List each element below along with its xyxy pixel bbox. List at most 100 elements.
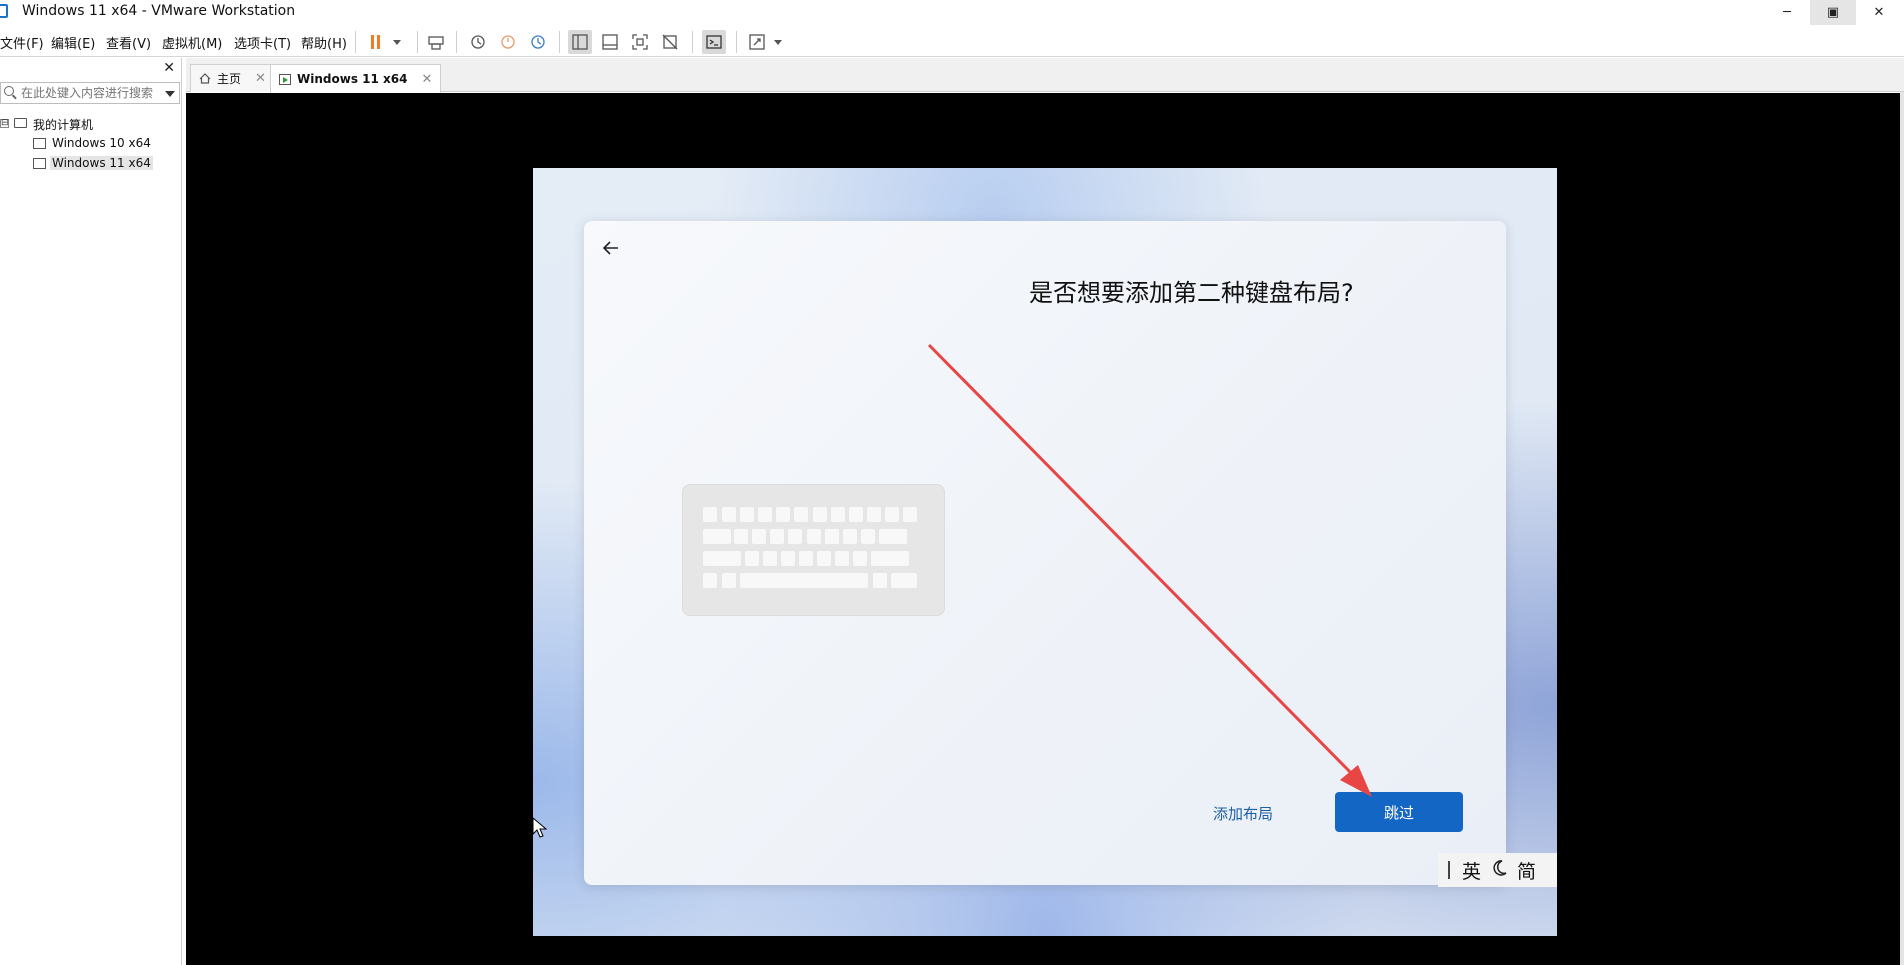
guest-screen[interactable]: 是否想要添加第二种键盘布局? 添加布局 跳过 英 简 [533, 168, 1557, 936]
tab-home[interactable]: 主页 ✕ [190, 64, 275, 92]
keyboard-key [885, 507, 899, 522]
console-view-icon[interactable] [702, 30, 726, 54]
keyboard-key [799, 551, 813, 566]
menu-tabs[interactable]: 选项卡(T) [234, 33, 291, 52]
collapse-icon[interactable]: ⊟ [0, 119, 9, 128]
ime-grip[interactable] [1448, 861, 1450, 879]
home-icon [199, 73, 211, 84]
keyboard-key [849, 507, 863, 522]
library-tree: ⊟ 我的计算机 Windows 10 x64 Windows 11 x64 [0, 114, 180, 174]
tab-label: 主页 [217, 72, 242, 86]
keyboard-key [831, 507, 845, 522]
ime-toolbar: 英 简 [1438, 853, 1557, 887]
keyboard-key [703, 507, 717, 522]
keyboard-key [871, 551, 909, 566]
ime-language-toggle[interactable]: 英 [1462, 857, 1481, 884]
vm-console[interactable]: 是否想要添加第二种键盘布局? 添加布局 跳过 英 简 [186, 93, 1900, 965]
keyboard-key [825, 529, 839, 544]
page-title: 是否想要添加第二种键盘布局? [1029, 279, 1354, 307]
keyboard-key [903, 507, 917, 522]
tree-label: Windows 11 x64 [50, 156, 153, 170]
vertical-scrollbar[interactable] [1900, 92, 1904, 965]
oobe-dialog: 是否想要添加第二种键盘布局? 添加布局 跳过 [584, 221, 1506, 885]
thumbnail-view-icon[interactable] [598, 30, 622, 54]
vmware-app-icon [0, 4, 8, 18]
tab-bar: 主页 ✕ Windows 11 x64 ✕ [186, 58, 1904, 93]
library-header: ✕ [0, 58, 181, 80]
keyboard-key [740, 573, 868, 588]
tree-item-vm-selected[interactable]: Windows 11 x64 [0, 154, 180, 174]
running-vm-icon [33, 158, 46, 169]
moon-icon[interactable] [1489, 858, 1509, 883]
vm-icon [33, 138, 46, 149]
ime-charset-toggle[interactable]: 简 [1517, 857, 1536, 884]
tree-item-vm[interactable]: Windows 10 x64 [0, 134, 180, 154]
keyboard-key [752, 529, 766, 544]
keyboard-illustration [682, 484, 945, 616]
close-window-button[interactable]: ✕ [1856, 0, 1902, 25]
tab-label: Windows 11 x64 [297, 72, 408, 86]
keyboard-key [740, 507, 754, 522]
menu-file[interactable]: 文件(F) [0, 33, 44, 52]
skip-button[interactable]: 跳过 [1335, 792, 1463, 832]
keyboard-key [853, 551, 867, 566]
keyboard-key [873, 573, 887, 588]
search-icon [4, 86, 14, 96]
keyboard-key [835, 551, 849, 566]
tree-label: 我的计算机 [33, 118, 94, 132]
library-view-icon[interactable] [568, 30, 592, 54]
minimize-button[interactable]: ─ [1764, 0, 1810, 25]
power-dropdown-icon[interactable] [393, 40, 401, 45]
library-search [0, 82, 180, 104]
library-close-button[interactable]: ✕ [163, 60, 175, 76]
toolbar-separator [692, 31, 693, 53]
snapshot-manager-icon[interactable] [526, 30, 550, 54]
library-search-input[interactable] [21, 85, 161, 101]
title-bar: Windows 11 x64 - VMware Workstation ─ ▣ … [0, 0, 1904, 25]
revert-snapshot-icon[interactable] [496, 30, 520, 54]
snapshot-icon[interactable] [466, 30, 490, 54]
keyboard-key [781, 551, 795, 566]
keyboard-key [813, 507, 827, 522]
toolbar-separator [736, 31, 737, 53]
keyboard-key [788, 529, 802, 544]
keyboard-key [776, 507, 790, 522]
menu-view[interactable]: 查看(V) [106, 33, 151, 52]
window-title: Windows 11 x64 - VMware Workstation [22, 3, 296, 19]
keyboard-key [722, 507, 736, 522]
keyboard-key [763, 551, 777, 566]
menu-toolbar: 文件(F) 编辑(E) 查看(V) 虚拟机(M) 选项卡(T) 帮助(H) [0, 25, 1904, 57]
stretch-guest-icon[interactable] [745, 30, 769, 54]
mouse-cursor-icon [532, 817, 548, 838]
running-vm-icon [279, 73, 291, 85]
keyboard-key [903, 573, 917, 588]
tree-item-my-computer[interactable]: ⊟ 我的计算机 [0, 114, 180, 134]
search-dropdown-icon[interactable] [165, 91, 175, 97]
toolbar-separator [417, 31, 418, 53]
fullscreen-icon[interactable] [628, 30, 652, 54]
computer-icon [14, 118, 27, 128]
back-arrow-icon[interactable] [598, 235, 624, 261]
tab-close-icon[interactable]: ✕ [255, 71, 266, 86]
tree-label: Windows 10 x64 [52, 136, 151, 150]
keyboard-key [703, 551, 741, 566]
tab-windows-11[interactable]: Windows 11 x64 ✕ [270, 64, 442, 93]
keyboard-key [734, 529, 748, 544]
toolbar-separator [355, 31, 356, 53]
pause-icon[interactable] [364, 30, 388, 54]
maximize-button[interactable]: ▣ [1810, 0, 1856, 25]
menu-vm[interactable]: 虚拟机(M) [162, 33, 222, 52]
keyboard-key [879, 529, 907, 544]
keyboard-key [817, 551, 831, 566]
menu-help[interactable]: 帮助(H) [301, 33, 347, 52]
unity-mode-icon[interactable] [658, 30, 682, 54]
keyboard-key [703, 529, 731, 544]
tab-close-icon[interactable]: ✕ [421, 72, 432, 87]
keyboard-key [807, 529, 821, 544]
send-ctrl-alt-del-icon[interactable] [424, 30, 448, 54]
keyboard-key [722, 573, 736, 588]
menu-edit[interactable]: 编辑(E) [51, 33, 95, 52]
add-layout-button[interactable]: 添加布局 [1213, 803, 1273, 824]
keyboard-key [843, 529, 857, 544]
stretch-dropdown-icon[interactable] [774, 40, 782, 45]
